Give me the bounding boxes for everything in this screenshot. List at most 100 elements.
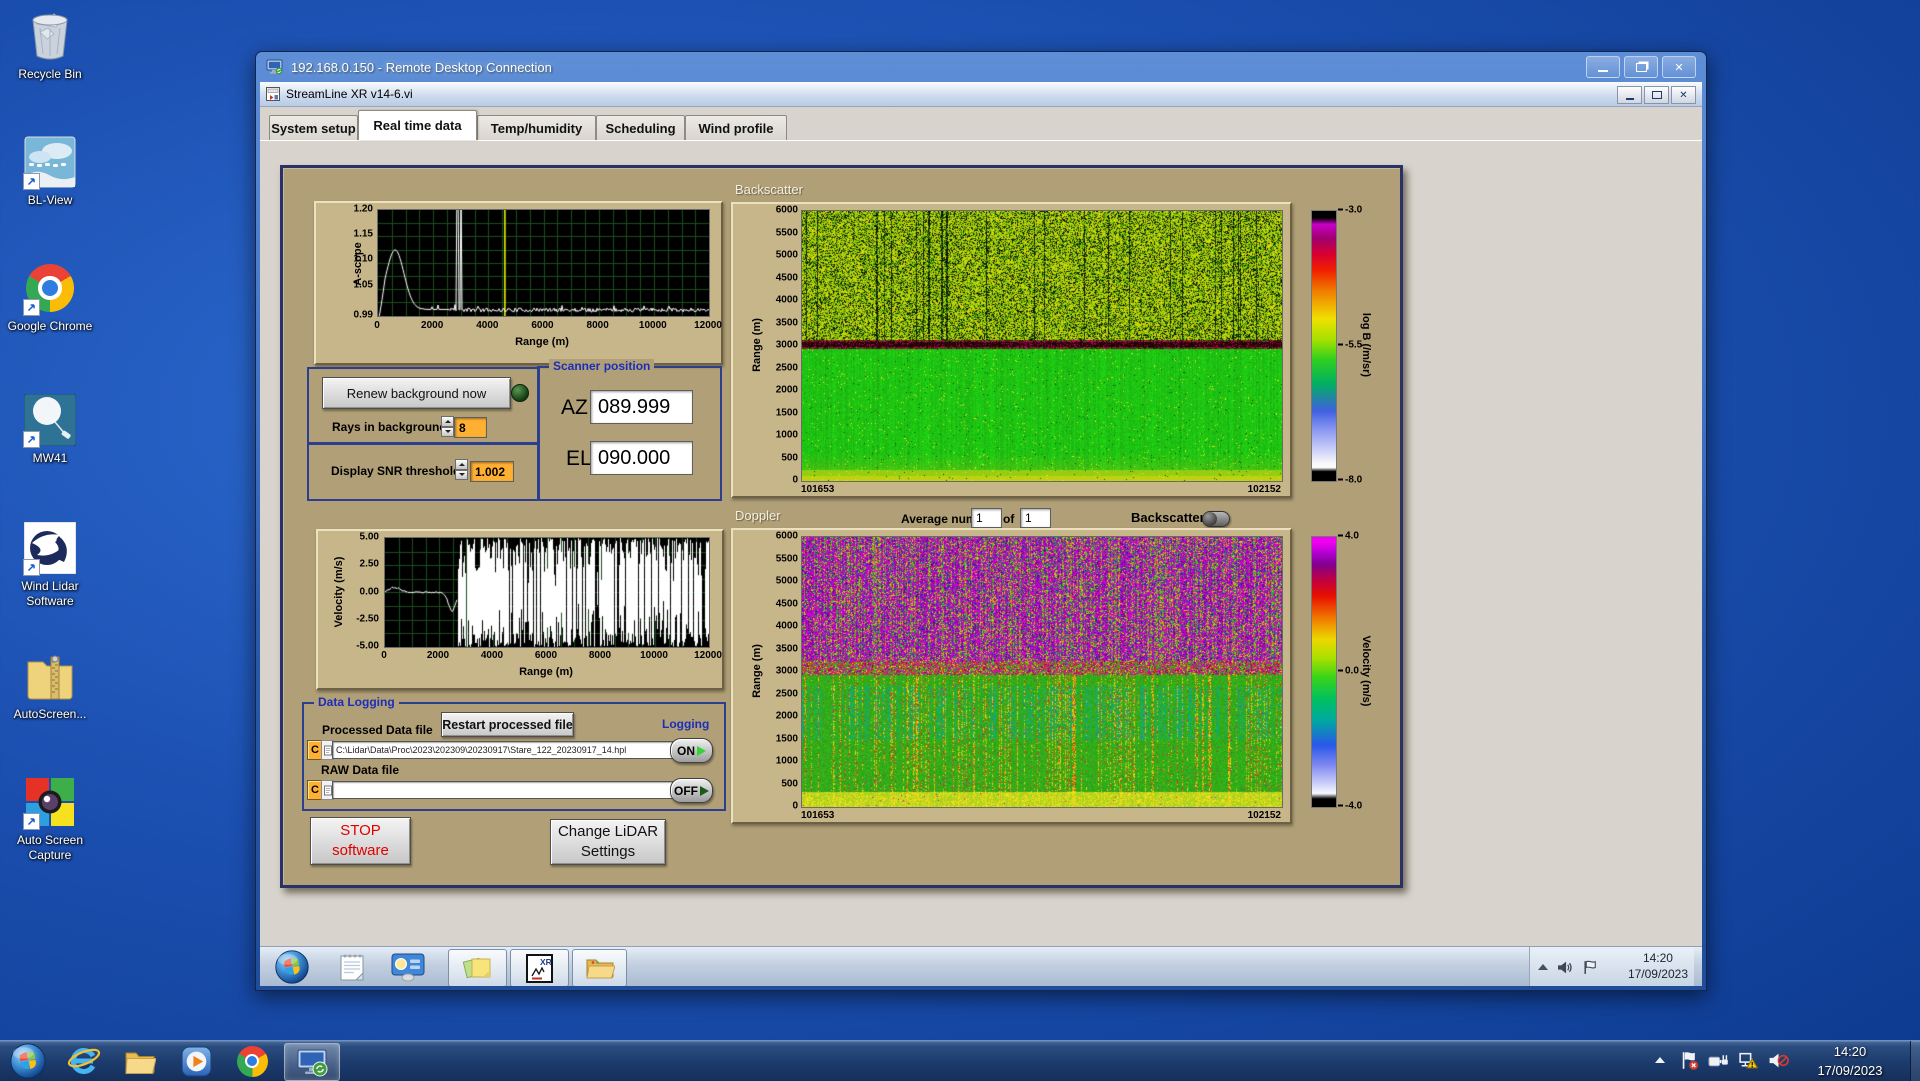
host-tray-expand-icon[interactable]	[1655, 1057, 1665, 1063]
snr-threshold-label: Display SNR threshold	[331, 464, 461, 478]
show-desktop-button[interactable]	[1910, 1041, 1920, 1081]
snr-value-field[interactable]: 1.002	[470, 461, 514, 482]
data-logging-box: Data Logging Processed Data file Restart…	[302, 695, 726, 811]
backscatter-toggle-switch[interactable]	[1202, 511, 1230, 527]
host-taskbar-media-player[interactable]	[174, 1043, 218, 1079]
desktop-icon-mw41[interactable]: MW41	[4, 392, 96, 466]
restore-button[interactable]	[1624, 56, 1658, 78]
remote-clock-time: 14:20	[1642, 951, 1673, 966]
remote-taskbar-control-panel[interactable]	[386, 949, 430, 985]
desktop-icon-auto-screen-capture[interactable]: Auto Screen Capture	[4, 774, 96, 863]
sticky-notes-icon	[462, 957, 490, 979]
renew-background-button[interactable]: Renew background now	[322, 377, 511, 409]
recycle-bin-icon	[23, 8, 77, 64]
tab-scheduling[interactable]: Scheduling	[596, 115, 685, 140]
app-restore-button[interactable]	[1644, 86, 1669, 104]
rdp-window-icon	[266, 59, 283, 75]
remote-action-center-flag-icon[interactable]	[1582, 959, 1599, 975]
rdp-window: 192.168.0.150 - Remote Desktop Connectio…	[255, 51, 1707, 991]
tab-wind-profile[interactable]: Wind profile	[685, 115, 787, 140]
remote-start-button[interactable]	[272, 949, 312, 985]
host-taskbar: 14:20 17/09/2023	[0, 1040, 1920, 1081]
logging-label: Logging	[662, 717, 710, 731]
remote-clock-date: 17/09/2023	[1627, 967, 1688, 981]
data-logging-title: Data Logging	[314, 695, 399, 709]
rays-value-field[interactable]: 8	[454, 417, 487, 438]
desktop-icon-recycle-bin[interactable]: Recycle Bin	[4, 8, 96, 82]
off-label: OFF	[674, 783, 698, 798]
desktop-icon-label: BL-View	[27, 193, 73, 207]
shortcut-arrow-icon	[23, 559, 40, 576]
backscatter-plot	[801, 210, 1283, 482]
remote-tray-expand-icon[interactable]	[1538, 964, 1548, 970]
backscatter-x-labels: 101653 102152	[801, 484, 1281, 495]
doppler-heatmap-canvas	[802, 537, 1282, 807]
app-title: StreamLine XR v14-6.vi	[286, 87, 413, 101]
snr-spinner[interactable]	[455, 459, 468, 480]
desktop-icon-wind-lidar[interactable]: Wind Lidar Software	[4, 520, 96, 609]
raw-logging-off-button[interactable]: OFF	[670, 778, 713, 803]
minimize-button[interactable]	[1586, 56, 1620, 78]
backscatter-heatmap-canvas	[802, 211, 1282, 481]
remote-taskbar-explorer[interactable]	[572, 949, 627, 986]
doppler-plot	[801, 536, 1283, 808]
average-total-field[interactable]: 1	[1020, 508, 1051, 528]
tab-temp-humidity[interactable]: Temp/humidity	[477, 115, 596, 140]
host-clock[interactable]: 14:20 17/09/2023	[1794, 1038, 1906, 1081]
host-taskbar-internet-explorer[interactable]	[62, 1043, 106, 1079]
desktop-icon-bl-view[interactable]: BL-View	[4, 134, 96, 208]
velocity-x-ticks: 0 2000 4000 6000 8000 10000 12000	[381, 650, 722, 661]
rdp-title-bar[interactable]: 192.168.0.150 - Remote Desktop Connectio…	[256, 52, 1706, 82]
rays-spinner[interactable]	[441, 416, 454, 437]
remote-clock[interactable]: 14:20 17/09/2023	[1628, 951, 1688, 982]
streamline-xr-icon: XR	[526, 953, 553, 983]
remote-taskbar-streamline-xr[interactable]: XR	[510, 949, 569, 986]
az-value-field[interactable]: 089.999	[590, 390, 693, 424]
host-taskbar-rdp-active[interactable]	[284, 1043, 340, 1081]
remote-taskbar-notepad[interactable]	[330, 949, 374, 985]
shortcut-arrow-icon	[23, 813, 40, 830]
velocity-y-ticks: 5.00 2.50 0.00 -2.50 -5.00	[356, 531, 379, 652]
raw-data-file-path[interactable]	[332, 781, 673, 799]
change-lidar-settings-button[interactable]: Change LiDAR Settings	[550, 819, 666, 865]
remote-volume-icon[interactable]	[1556, 960, 1574, 975]
el-value-field[interactable]: 090.000	[590, 441, 693, 475]
processed-logging-on-button[interactable]: ON	[670, 738, 713, 763]
shortcut-arrow-icon	[23, 431, 40, 448]
notepad-icon	[340, 954, 364, 981]
desktop-icon-label: Wind Lidar Software	[21, 579, 79, 608]
processed-data-file-path[interactable]: C:\Lidar\Data\Proc\2023\202309\20230917\…	[332, 741, 673, 759]
velocity-x-axis-label: Range (m)	[519, 666, 573, 678]
desktop-icon-autoscreen[interactable]: AutoScreen...	[4, 648, 96, 722]
host-taskbar-chrome[interactable]	[230, 1043, 274, 1079]
of-label: of	[1003, 512, 1015, 526]
streamline-app-window: StreamLine XR v14-6.vi ✕ System setup Re…	[260, 82, 1702, 947]
host-taskbar-explorer[interactable]	[118, 1043, 162, 1079]
tab-real-time-data[interactable]: Real time data	[358, 110, 477, 140]
close-button[interactable]: ✕	[1662, 56, 1696, 78]
host-clock-date: 17/09/2023	[1817, 1062, 1883, 1078]
remote-taskbar-sticky-notes[interactable]	[448, 949, 507, 986]
tab-system-setup[interactable]: System setup	[269, 115, 358, 140]
app-title-bar[interactable]: StreamLine XR v14-6.vi ✕	[260, 82, 1702, 107]
shortcut-arrow-icon	[23, 299, 40, 316]
desktop-icon-google-chrome[interactable]: Google Chrome	[4, 260, 96, 334]
doppler-title: Doppler	[735, 508, 781, 523]
app-close-button[interactable]: ✕	[1671, 86, 1696, 104]
host-power-plug-icon[interactable]	[1708, 1052, 1728, 1070]
ascope-plot	[377, 209, 710, 317]
stop-software-button[interactable]: STOP software	[310, 817, 411, 865]
app-minimize-button[interactable]	[1617, 86, 1642, 104]
rays-in-background-label: Rays in background	[332, 420, 447, 434]
host-start-button[interactable]	[8, 1043, 48, 1079]
average-number-field[interactable]: 1	[971, 508, 1002, 528]
host-network-warning-icon[interactable]	[1738, 1051, 1758, 1070]
ascope-y-ticks: 1.20 1.15 1.10 1.05 0.99	[353, 203, 373, 321]
on-label: ON	[677, 743, 695, 758]
media-player-icon	[181, 1046, 211, 1076]
host-clock-time: 14:20	[1833, 1044, 1867, 1059]
svg-text:XR: XR	[540, 957, 552, 967]
host-volume-muted-icon[interactable]	[1768, 1051, 1789, 1070]
host-action-center-flag-icon[interactable]	[1680, 1051, 1699, 1070]
restart-processed-file-button[interactable]: Restart processed file	[441, 712, 574, 737]
